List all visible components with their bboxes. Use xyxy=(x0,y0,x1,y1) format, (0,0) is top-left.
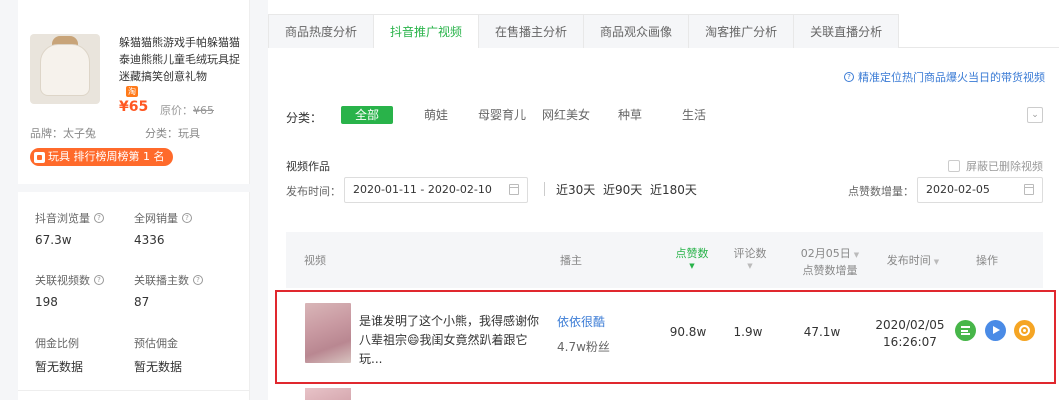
hide-deleted-toggle[interactable]: 屏蔽已删除视频 xyxy=(948,158,1043,174)
rank-badge[interactable]: 玩具 排行榜周榜第 1 名 xyxy=(30,148,173,166)
locate-button[interactable] xyxy=(1014,320,1035,341)
video-thumbnail[interactable] xyxy=(305,388,351,400)
stat-label-related-videos: 关联视频数? xyxy=(35,272,104,288)
stat-value-related-anchors: 87 xyxy=(134,295,150,309)
hide-deleted-label: 屏蔽已删除视频 xyxy=(966,160,1043,173)
stat-value-views: 67.3w xyxy=(35,233,72,247)
range-90-days[interactable]: 近90天 xyxy=(603,181,642,198)
category-all[interactable]: 全部 xyxy=(341,106,394,124)
likes-delta-value: 47.1w xyxy=(803,325,841,339)
stat-label-commission-rate: 佣金比例 xyxy=(35,337,79,350)
original-price-label: 原价： xyxy=(160,104,193,117)
header-comments[interactable]: 评论数 ▼ xyxy=(722,246,778,271)
product-image[interactable] xyxy=(30,34,100,104)
tab-product-heat[interactable]: 商品热度分析 xyxy=(268,14,375,48)
target-icon xyxy=(1019,325,1030,336)
rank-badge-label: 玩具 排行榜周榜第 1 名 xyxy=(48,150,165,163)
detail-button[interactable] xyxy=(955,320,976,341)
product-sidebar: 躲猫猫熊游戏手帕躲猫猫泰迪熊熊儿童毛绒玩具捉迷藏搞笑创意礼物 淘 ¥65 原价：… xyxy=(18,0,250,400)
taobao-icon: 淘 xyxy=(126,86,138,97)
help-icon[interactable]: ? xyxy=(182,213,192,223)
stat-value-related-videos: 198 xyxy=(35,295,58,309)
sort-desc-icon: ▼ xyxy=(689,262,695,270)
product-category: 分类：玩具 xyxy=(145,127,200,140)
anchor-fans: 4.7w粉丝 xyxy=(557,340,610,354)
table-header: 视频 播主 点赞数 ▼ 评论数 ▼ 02月05日 ▼ 点赞数增量 发布时间 ▼ 操作 xyxy=(286,232,1043,288)
main-panel: 商品热度分析 抖音推广视频 在售播主分析 商品观众画像 淘客推广分析 关联直播分… xyxy=(268,0,1059,400)
section-title: 视频作品 xyxy=(286,160,330,173)
original-price: 原价：¥65 xyxy=(160,102,214,118)
stat-label-estimated-commission: 预估佣金 xyxy=(134,337,178,350)
help-icon[interactable]: ? xyxy=(94,275,104,285)
publish-date-label: 发布时间： xyxy=(286,185,341,198)
stat-value-estimated-commission: 暂无数据 xyxy=(134,360,183,374)
help-link[interactable]: ? 精准定位热门商品爆火当日的带货视频 xyxy=(844,69,1045,85)
category-kids[interactable]: 萌娃 xyxy=(410,106,462,124)
calendar-icon xyxy=(1024,184,1034,195)
stat-value-commission-rate: 暂无数据 xyxy=(35,360,84,374)
stat-value-sales: 4336 xyxy=(134,233,165,247)
header-publish-time[interactable]: 发布时间 ▼ xyxy=(878,253,948,270)
tab-anchor-analysis[interactable]: 在售播主分析 xyxy=(478,14,585,48)
category-life[interactable]: 生活 xyxy=(668,106,720,124)
tab-bar: 商品热度分析 抖音推广视频 在售播主分析 商品观众画像 淘客推广分析 关联直播分… xyxy=(268,14,1059,49)
divider xyxy=(18,390,250,391)
play-icon xyxy=(993,326,1000,334)
video-thumbnail[interactable] xyxy=(305,303,351,363)
category-recommend[interactable]: 种草 xyxy=(604,106,656,124)
help-link-label: 精准定位热门商品爆火当日的带货视频 xyxy=(858,71,1045,84)
likes-date-input[interactable]: 2020-02-05 xyxy=(917,177,1043,203)
likes-value: 90.8w xyxy=(669,325,707,339)
sort-icon: ▼ xyxy=(853,251,860,259)
header-likes[interactable]: 点赞数 ▼ xyxy=(664,246,720,271)
stat-label-sales: 全网销量? xyxy=(134,210,192,226)
header-anchor: 播主 xyxy=(560,254,582,267)
category-influencer[interactable]: 网红美女 xyxy=(528,106,604,124)
original-price-value: ¥65 xyxy=(193,104,214,117)
tab-audience-profile[interactable]: 商品观众画像 xyxy=(583,14,690,48)
product-price: ¥65 xyxy=(119,99,149,115)
help-icon[interactable]: ? xyxy=(193,275,203,285)
stat-label-views: 抖音浏览量? xyxy=(35,210,104,226)
hide-deleted-checkbox[interactable] xyxy=(948,160,960,172)
product-title[interactable]: 躲猫猫熊游戏手帕躲猫猫泰迪熊熊儿童毛绒玩具捉迷藏搞笑创意礼物 xyxy=(119,34,241,85)
header-likes-delta[interactable]: 02月05日 ▼ 点赞数增量 xyxy=(782,246,878,278)
chevron-down-icon[interactable]: ⌄ xyxy=(1027,107,1043,123)
header-video: 视频 xyxy=(304,254,326,267)
likes-delta-label: 点赞数增量： xyxy=(848,185,914,198)
video-title[interactable]: 是谁发明了这个小熊，我得感谢你八辈祖宗😄我闺女竟然趴着跟它玩... xyxy=(359,312,545,369)
shopping-bag-icon xyxy=(34,151,45,163)
anchor-name-link[interactable]: 依依很酷 xyxy=(557,313,605,330)
header-operations: 操作 xyxy=(976,254,998,267)
range-30-days[interactable]: 近30天 xyxy=(556,181,595,198)
sort-icon: ▼ xyxy=(747,262,753,270)
divider xyxy=(544,182,545,196)
tab-taoke-analysis[interactable]: 淘客推广分析 xyxy=(688,14,795,48)
stat-label-related-anchors: 关联播主数? xyxy=(134,272,203,288)
sort-icon: ▼ xyxy=(933,258,940,266)
comments-value: 1.9w xyxy=(733,325,763,339)
play-button[interactable] xyxy=(985,320,1006,341)
divider xyxy=(18,184,250,192)
tab-douyin-videos[interactable]: 抖音推广视频 xyxy=(373,14,480,49)
tab-live-analysis[interactable]: 关联直播分析 xyxy=(793,14,900,48)
calendar-icon xyxy=(509,184,519,195)
list-icon xyxy=(961,326,970,335)
help-icon: ? xyxy=(844,72,854,82)
category-filter-label: 分类： xyxy=(286,111,323,125)
publish-time-value: 2020/02/05 16:26:07 xyxy=(875,318,945,349)
range-180-days[interactable]: 近180天 xyxy=(650,181,697,198)
publish-date-range-input[interactable]: 2020-01-11 - 2020-02-10 xyxy=(344,177,528,203)
help-icon[interactable]: ? xyxy=(94,213,104,223)
product-brand: 品牌：太子兔 xyxy=(30,127,96,140)
